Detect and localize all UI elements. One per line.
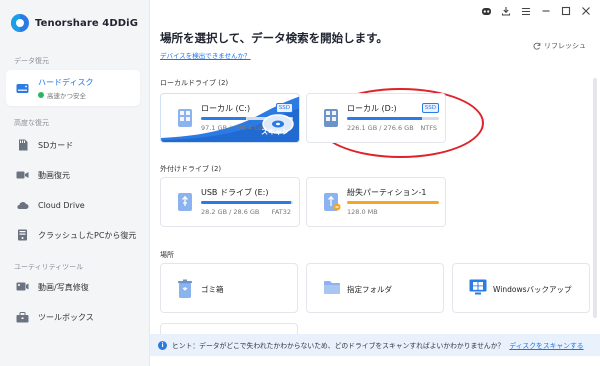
hard-disk-icon (16, 83, 29, 94)
refresh-icon (533, 42, 541, 50)
recycle-bin-icon (177, 279, 193, 303)
location-name: Windowsバックアップ (493, 285, 572, 294)
drive-usage: 226.1 GB / 276.6 GB (347, 124, 414, 132)
sidebar-item-label: ツールボックス (38, 312, 94, 322)
ssd-badge: SSD (421, 103, 439, 113)
hard-disk-status: 高速かつ安全 (38, 90, 93, 100)
page-title: 場所を選択して、データ検索を開始します。 (160, 31, 388, 45)
location-recycle-bin[interactable]: ゴミ箱 (160, 263, 298, 313)
usage-bar-fill (347, 201, 439, 204)
info-icon: i (158, 340, 167, 350)
main-panel: 場所を選択して、データ検索を開始します。 デバイスを検出できませんか？ リフレッ… (150, 0, 600, 366)
usage-bar (201, 201, 293, 204)
robot-icon[interactable] (480, 5, 492, 17)
windows-icon (469, 279, 487, 299)
hint-text: ヒント：データがどこで失われたかわからないため、どのドライブをスキャンすればよい… (172, 342, 505, 350)
sidebar-item-video-photo-repair[interactable]: 動画/写真修復 (0, 270, 150, 304)
usage-bar-fill (347, 117, 423, 120)
drive-name: USB ドライブ (E:) (201, 188, 269, 197)
scan-disk-link[interactable]: ディスクをスキャンする (509, 340, 583, 350)
usage-bar (347, 201, 439, 204)
sidebar-item-label: 動画復元 (38, 170, 70, 180)
detect-device-link[interactable]: デバイスを検出できませんか？ (160, 50, 251, 60)
filesystem-label: FAT32 (271, 208, 291, 216)
scrollbar[interactable] (593, 78, 597, 318)
refresh-label: リフレッシュ (544, 42, 586, 50)
usage-bar (347, 117, 439, 120)
title-bar (150, 0, 600, 24)
photo-repair-icon (16, 282, 29, 293)
lost-partition-icon (323, 192, 341, 216)
locations-label: 場所 (160, 251, 174, 259)
location-name: 指定フォルダ (347, 285, 392, 294)
folder-icon (323, 279, 341, 299)
external-drives-label: 外付けドライブ (2) (160, 165, 222, 173)
drive-name: 紛失パーティション-1 (347, 188, 427, 197)
sidebar-item-label: Cloud Drive (38, 200, 85, 210)
sidebar-item-crashed-pc[interactable]: クラッシュしたPCから復元 (0, 218, 150, 252)
app-name: Tenorshare 4DDiG (35, 17, 139, 29)
menu-icon[interactable] (520, 5, 532, 17)
sidebar-item-hard-disk[interactable]: ハードディスク 高速かつ安全 (6, 70, 140, 106)
sidebar: Tenorshare 4DDiG データ復元 ハードディスク 高速かつ安全 高度… (0, 0, 150, 366)
sidebar-item-toolbox[interactable]: ツールボックス (0, 300, 150, 334)
sd-card-icon (16, 139, 29, 151)
drive-card-c[interactable]: ローカル (C:) SSD 97.1 GB / 199.4 GB スキャン (160, 93, 300, 143)
drive-c-icon (177, 108, 193, 132)
sidebar-item-sd-card[interactable]: SDカード (0, 128, 150, 162)
close-icon[interactable] (580, 5, 592, 17)
sidebar-item-label: 動画/写真修復 (38, 282, 89, 292)
hard-disk-status-text: 高速かつ安全 (47, 91, 86, 100)
local-drives-label: ローカルドライブ (2) (160, 79, 229, 87)
drive-card-d[interactable]: ローカル (D:) SSD 226.1 GB / 276.6 GB NTFS (306, 93, 446, 143)
drive-name: ローカル (C:) (201, 104, 251, 113)
location-select-folder[interactable]: 指定フォルダ (306, 263, 444, 313)
location-windows-backup[interactable]: Windowsバックアップ (452, 263, 590, 313)
maximize-icon[interactable] (560, 5, 572, 17)
usage-bar-fill (201, 117, 247, 120)
cloud-icon (16, 200, 29, 211)
usb-drive-icon (177, 192, 193, 216)
scan-button[interactable]: スキャン (261, 127, 289, 137)
minimize-icon[interactable] (540, 5, 552, 17)
refresh-button[interactable]: リフレッシュ (533, 41, 586, 51)
sidebar-item-label: SDカード (38, 140, 74, 150)
crashed-pc-icon (16, 229, 29, 241)
drive-card-lost-partition[interactable]: 紛失パーティション-1 128.0 MB (306, 177, 446, 227)
location-name: ゴミ箱 (201, 285, 224, 294)
drive-usage: 28.2 GB / 28.6 GB (201, 208, 260, 216)
drive-card-usb[interactable]: USB ドライブ (E:) 28.2 GB / 28.6 GB FAT32 (160, 177, 300, 227)
sidebar-item-cloud-drive[interactable]: Cloud Drive (0, 188, 150, 222)
hint-bar: i ヒント：データがどこで失われたかわからないため、どのドライブをスキャンすれば… (150, 334, 600, 356)
drive-usage: 128.0 MB (347, 208, 378, 216)
brand: Tenorshare 4DDiG (11, 14, 138, 32)
4ddig-logo-icon (11, 14, 29, 32)
filesystem-label: NTFS (420, 124, 437, 132)
drive-name: ローカル (D:) (347, 104, 397, 113)
sidebar-item-label: ハードディスク (38, 77, 94, 87)
drive-usage: 97.1 GB / 199.4 GB (201, 124, 264, 132)
usage-bar-fill (201, 201, 292, 204)
drive-d-icon (323, 108, 339, 132)
section-advanced: 高度な復元 (14, 119, 49, 127)
section-data-recovery: データ復元 (14, 57, 49, 65)
download-icon[interactable] (500, 5, 512, 17)
window-controls (480, 5, 592, 17)
toolbox-icon (16, 311, 29, 323)
sidebar-item-label: クラッシュしたPCから復元 (38, 230, 137, 240)
video-camera-icon (16, 170, 29, 181)
sidebar-item-video-recovery[interactable]: 動画復元 (0, 158, 150, 192)
shield-icon (38, 91, 44, 98)
